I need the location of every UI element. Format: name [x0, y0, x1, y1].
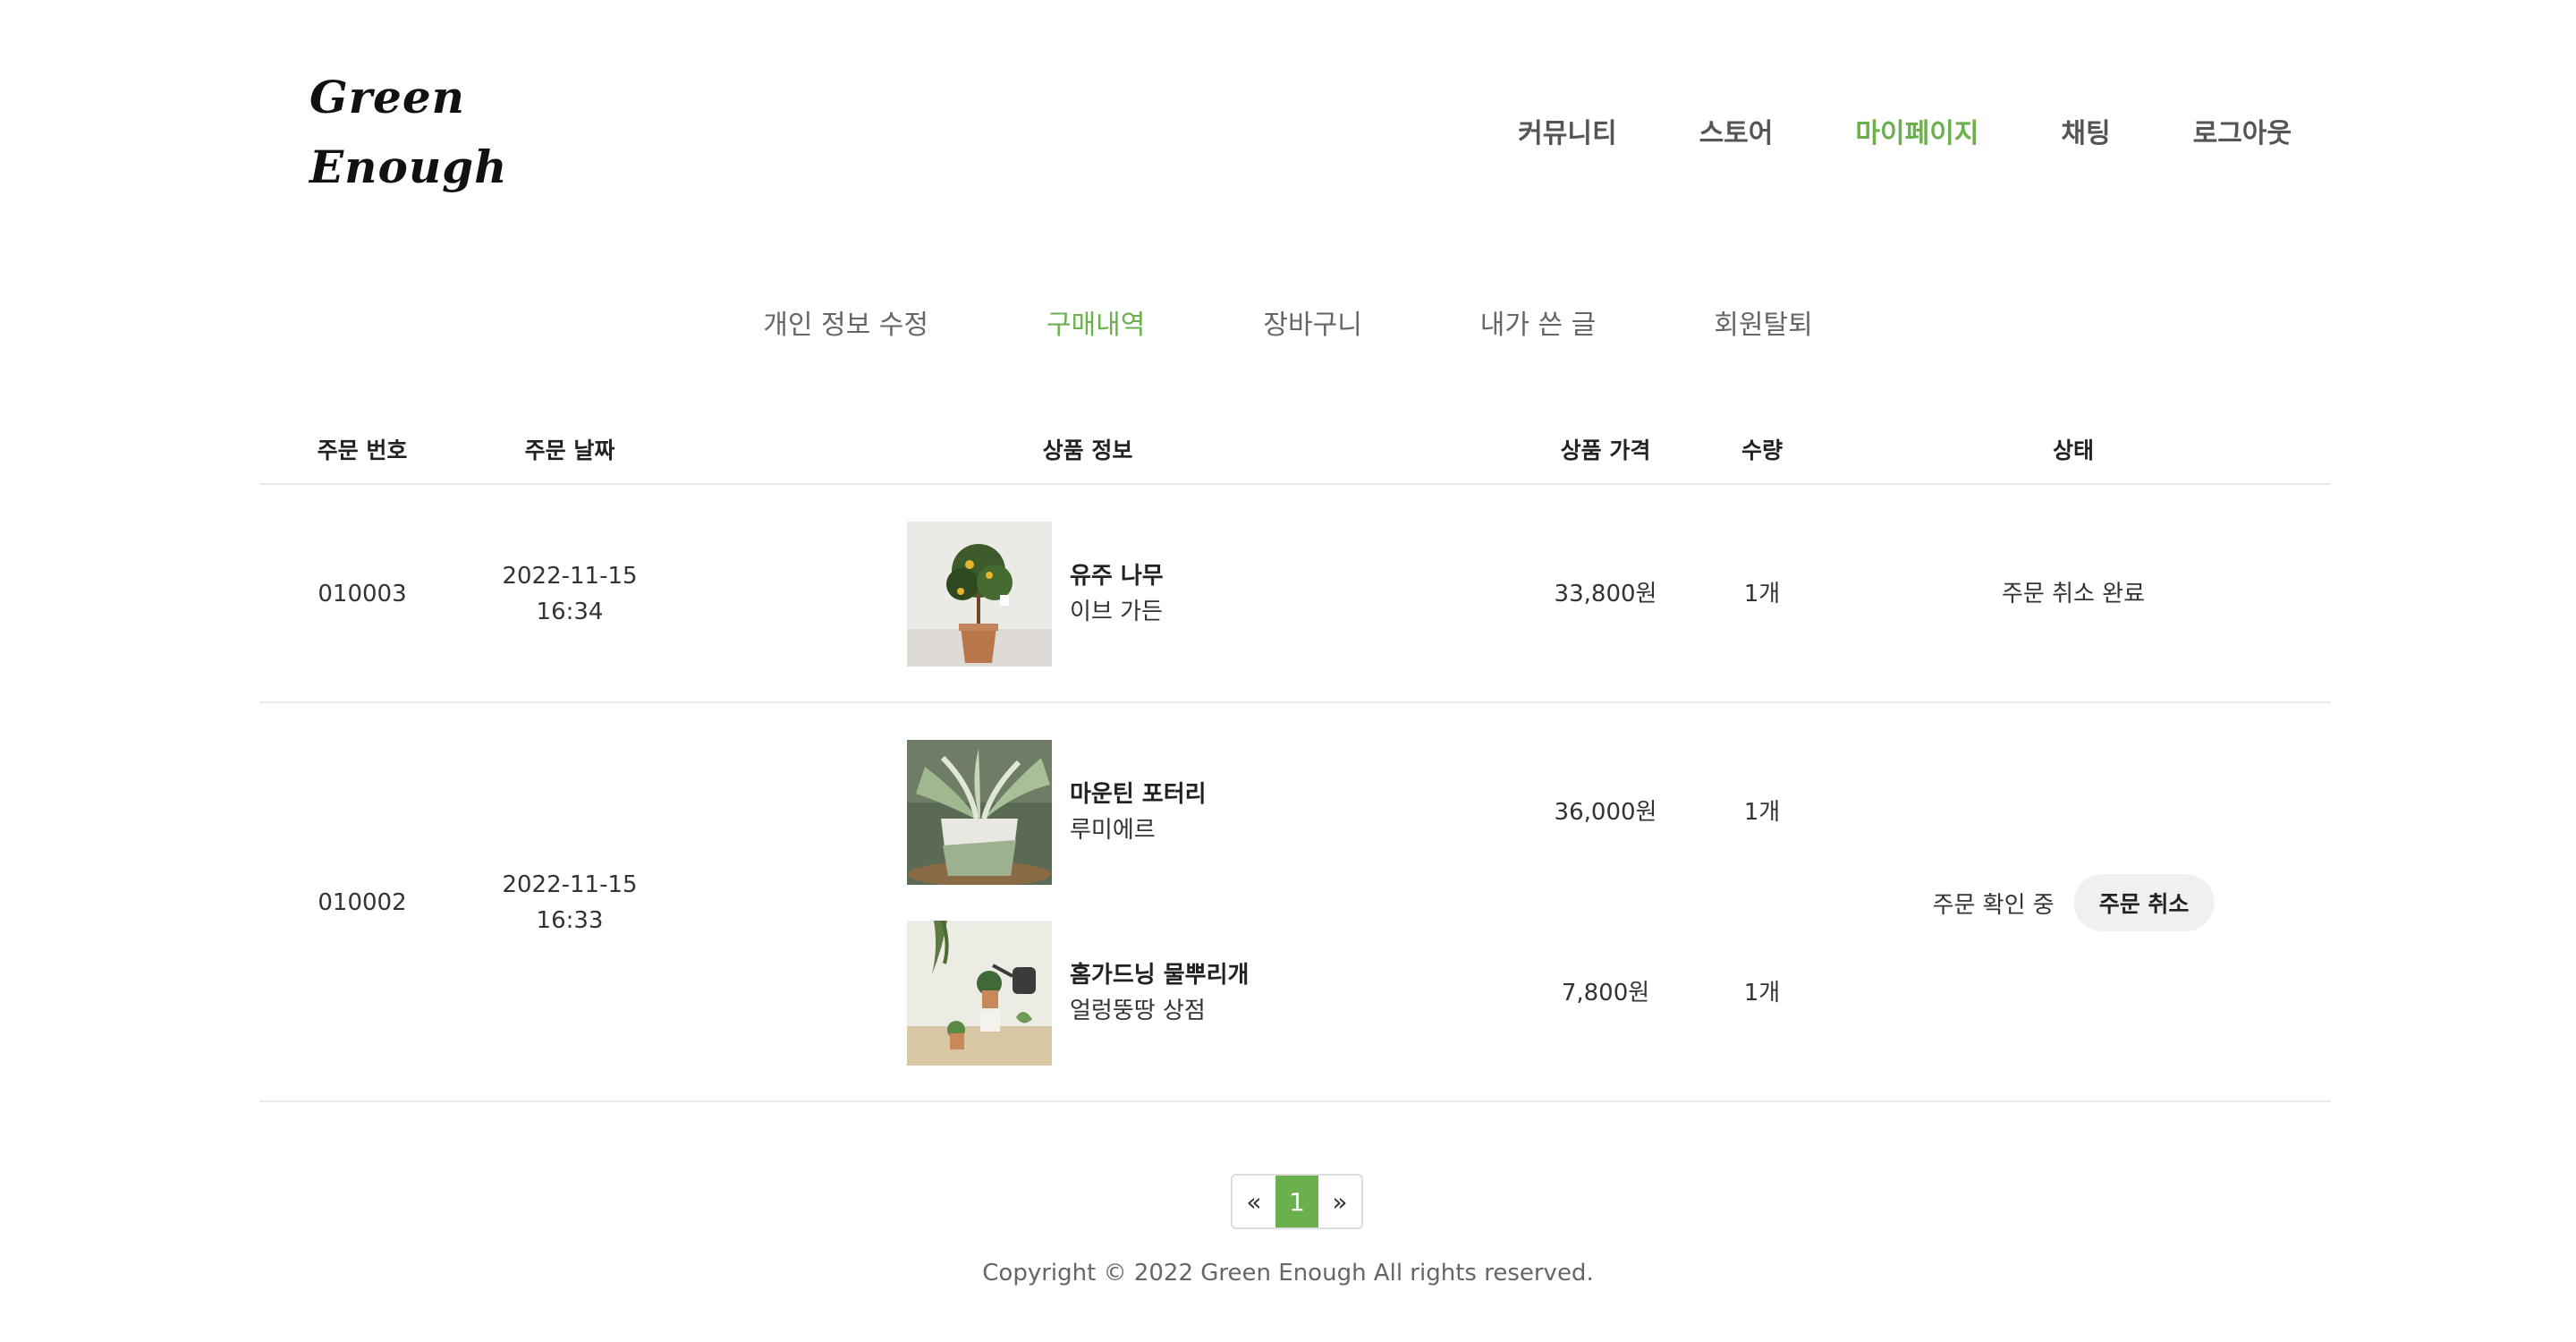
tab-cart[interactable]: 장바구니 [1263, 302, 1361, 342]
product-image[interactable] [907, 740, 1052, 885]
tab-my-posts[interactable]: 내가 쓴 글 [1480, 302, 1596, 342]
product-info: 홈가드닝 물뿌리개 얼렁뚱땅 상점 [1070, 957, 1249, 1029]
product-seller: 루미에르 [1070, 817, 1156, 844]
product-seller: 이브 가든 [1070, 599, 1163, 625]
header-status: 상태 [2052, 437, 2095, 463]
pagination-prev[interactable]: « [1233, 1176, 1275, 1227]
product-quantity: 1개 [1743, 581, 1781, 607]
tab-edit-profile[interactable]: 개인 정보 수정 [763, 302, 928, 342]
header-price: 상품 가격 [1560, 437, 1651, 463]
brand-logo-line2: Enough [309, 140, 508, 193]
product-image[interactable] [907, 522, 1052, 667]
nav-store[interactable]: 스토어 [1699, 111, 1774, 150]
order-date: 2022-11-15 [502, 871, 638, 898]
header-order-no: 주문 번호 [317, 437, 408, 463]
pagination-next[interactable]: » [1318, 1176, 1361, 1227]
product-item[interactable]: 유주 나무 이브 가든 [907, 522, 1164, 667]
product-price: 33,800원 [1554, 581, 1657, 607]
order-status-cell: 주문 확인 중 주문 취소 [1933, 874, 2215, 931]
product-info: 마운틴 포터리 루미에르 [1070, 777, 1207, 848]
pagination-page-1[interactable]: 1 [1275, 1176, 1318, 1227]
order-datetime: 2022-11-15 16:34 [502, 558, 637, 630]
tab-withdraw[interactable]: 회원탈퇴 [1714, 302, 1812, 342]
order-number: 010002 [318, 889, 407, 916]
main-nav: 커뮤니티 스토어 마이페이지 채팅 로그아웃 [1518, 111, 2292, 150]
order-time: 16:33 [536, 907, 604, 934]
order-datetime: 2022-11-15 16:33 [502, 867, 637, 939]
table-header: 주문 번호 주문 날짜 상품 정보 상품 가격 수량 상태 [259, 420, 2331, 485]
nav-logout[interactable]: 로그아웃 [2193, 111, 2292, 150]
order-status: 주문 취소 완료 [2001, 581, 2146, 607]
brand-logo[interactable]: Green Enough [309, 63, 507, 202]
product-item[interactable]: 홈가드닝 물뿌리개 얼렁뚱땅 상점 [907, 921, 1249, 1066]
nav-chat[interactable]: 채팅 [2061, 111, 2110, 150]
header-product-info: 상품 정보 [1042, 437, 1133, 463]
footer-copyright: Copyright © 2022 Green Enough All rights… [982, 1260, 1594, 1287]
order-date: 2022-11-15 [502, 563, 638, 590]
product-name: 마운틴 포터리 [1070, 781, 1207, 808]
mypage-sub-nav: 개인 정보 수정 구매내역 장바구니 내가 쓴 글 회원탈퇴 [0, 302, 2576, 342]
page: Green Enough 커뮤니티 스토어 마이페이지 채팅 로그아웃 개인 정… [0, 0, 2576, 1342]
order-time: 16:34 [536, 599, 604, 625]
product-price: 36,000원 [1554, 799, 1657, 826]
table-row: 010002 2022-11-15 16:33 마운틴 포터리 루미에르 36,… [259, 703, 2331, 1102]
header-order-date: 주문 날짜 [524, 437, 615, 463]
product-image[interactable] [907, 921, 1052, 1066]
orders-table: 주문 번호 주문 날짜 상품 정보 상품 가격 수량 상태 010003 202… [259, 420, 2331, 1102]
nav-mypage[interactable]: 마이페이지 [1855, 111, 1979, 150]
brand-logo-line1: Green [309, 71, 466, 123]
header-quantity: 수량 [1741, 437, 1784, 463]
tab-purchase-history[interactable]: 구매내역 [1046, 302, 1145, 342]
product-name: 홈가드닝 물뿌리개 [1070, 962, 1250, 989]
product-quantity: 1개 [1743, 980, 1781, 1007]
product-quantity: 1개 [1743, 799, 1781, 826]
product-item[interactable]: 마운틴 포터리 루미에르 [907, 740, 1207, 885]
product-seller: 얼렁뚱땅 상점 [1070, 998, 1206, 1024]
cancel-order-button[interactable]: 주문 취소 [2073, 874, 2215, 931]
nav-community[interactable]: 커뮤니티 [1518, 111, 1616, 150]
product-info: 유주 나무 이브 가든 [1070, 558, 1164, 630]
product-name: 유주 나무 [1070, 563, 1164, 590]
pagination: « 1 » [1231, 1174, 1363, 1229]
order-status: 주문 확인 중 [1932, 891, 2055, 919]
table-row: 010003 2022-11-15 16:34 유주 나무 이브 가든 33,8… [259, 485, 2331, 703]
product-price: 7,800원 [1561, 980, 1650, 1007]
order-number: 010003 [318, 581, 407, 607]
